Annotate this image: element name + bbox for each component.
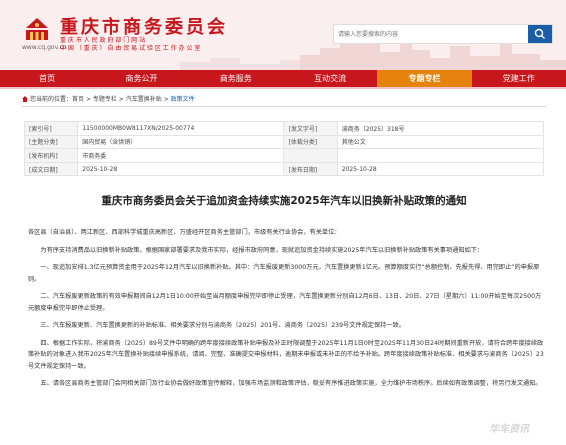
info-key: [发文字号] [283,121,338,136]
breadcrumb-label: 您当前的位置： [30,96,73,103]
paragraph-2: 二、汽车报废更新政策的有效申报期间自12月1日10:00开始至当月额度申报完毕即… [28,293,542,312]
paragraph-3: 三、汽车报废更新、汽车置换更新的补贴标准、相关要求分别与渝商务〔2025〕201… [40,322,405,329]
info-key: [体裁分类] [283,134,338,150]
paragraph-4: 四、根据工作实际，将渝商务〔2025〕89号文件中明确的跨年度接续政策补贴申报及… [28,339,544,370]
info-key: [主题分类] [23,134,79,150]
info-value: 其他公文 [336,134,545,150]
nav-commerce-public[interactable]: 商务公开 [94,70,188,87]
info-value: 2025-10-28 [77,161,285,177]
breadcrumb-item-special-topics[interactable]: 专题专栏 [93,96,117,103]
info-key: [成文日期] [23,161,79,177]
main-nav: 首页 商务公开 商务服务 互动交流 专题专栏 党建工作 [0,70,566,87]
home-icon [22,96,28,102]
addressee: 各区县（自治县）、两江新区、西部科学城重庆高新区、万盛经开区商务主管部门，市级有… [28,229,341,236]
breadcrumb-separator: > [84,96,93,103]
nav-underline [0,87,566,89]
breadcrumb-item-current[interactable]: 政策文件 [171,96,195,103]
search-input[interactable] [338,25,522,43]
info-value: 市商务委 [77,148,285,163]
breadcrumb-divider [22,106,546,107]
document-body: 各区县（自治县）、两江新区、西部科学城重庆高新区、万盛经开区商务主管部门，市级有… [28,227,546,390]
breadcrumb-separator: > [161,96,171,103]
table-row: [主题分类] 国内贸易（含供销） [体裁分类] 其他公文 [23,134,545,150]
info-value [336,148,545,163]
info-key: [索引号] [23,121,79,136]
nav-party-building[interactable]: 党建工作 [472,70,566,87]
document-info-table: [索引号] 11500000MB0W8117XN/2025-00774 [发文字… [23,121,545,177]
table-row: [成文日期] 2025-10-28 [发布日期] 2025-10-28 [23,161,545,177]
breadcrumb-separator: > [116,96,126,103]
table-row: [索引号] 11500000MB0W8117XN/2025-00774 [发文字… [23,121,545,136]
info-value: 2025-10-28 [336,161,545,177]
search-icon [534,28,545,39]
info-key: [发布机构] [23,148,79,163]
info-value: 国内贸易（含供销） [77,134,285,150]
watermark: 华车资讯 [489,424,529,435]
info-key: [发布日期] [283,161,338,177]
nav-commerce-services[interactable]: 商务服务 [189,70,283,87]
paragraph-5: 五、请各区县商务主管部门会同相关部门及行业协会做好政策宣传解释，加强市场监测和政… [40,380,542,387]
nav-interaction[interactable]: 互动交流 [283,70,377,87]
info-value: 渝商务〔2025〕318号 [336,121,545,136]
breadcrumb-item-car-subsidy[interactable]: 汽车置换补贴 [126,96,162,103]
site-subtitle-2: 中 国 （ 重 庆 ） 自 由 贸 易 试 验 区 工 作 办 公 室 [60,45,201,52]
site-url: www.cq.gov.cn [22,44,67,51]
info-key [283,148,338,163]
site-header: 重庆市商务委员会 重 庆 市 人 民 政 府 部 门 网 站 中 国 （ 重 庆… [0,0,566,70]
search-box [333,24,553,44]
paragraph-1: 一、现追加安排1.3亿元预算资金用于2025年12月汽车以旧换新补贴。其中：汽车… [28,264,540,283]
info-value: 11500000MB0W8117XN/2025-00774 [77,121,285,136]
document-title: 重庆市商务委员会关于追加资金持续实施2025年汽车以旧换新补贴政策的通知 [101,195,467,207]
breadcrumb: 您当前的位置：首页 > 专题专栏 > 汽车置换补贴 > 政策文件 [22,94,195,103]
nav-special-topics[interactable]: 专题专栏 [377,70,472,87]
government-emblem-icon [26,18,48,40]
nav-home[interactable]: 首页 [0,70,94,87]
search-button[interactable] [528,25,552,43]
table-row: [发布机构] 市商务委 [23,148,545,163]
breadcrumb-item-home[interactable]: 首页 [72,96,84,103]
intro-paragraph: 为有序支持消费品以旧换新补贴政策，根据国家部署要求及我市实际，经报市政府同意，现… [40,246,484,254]
